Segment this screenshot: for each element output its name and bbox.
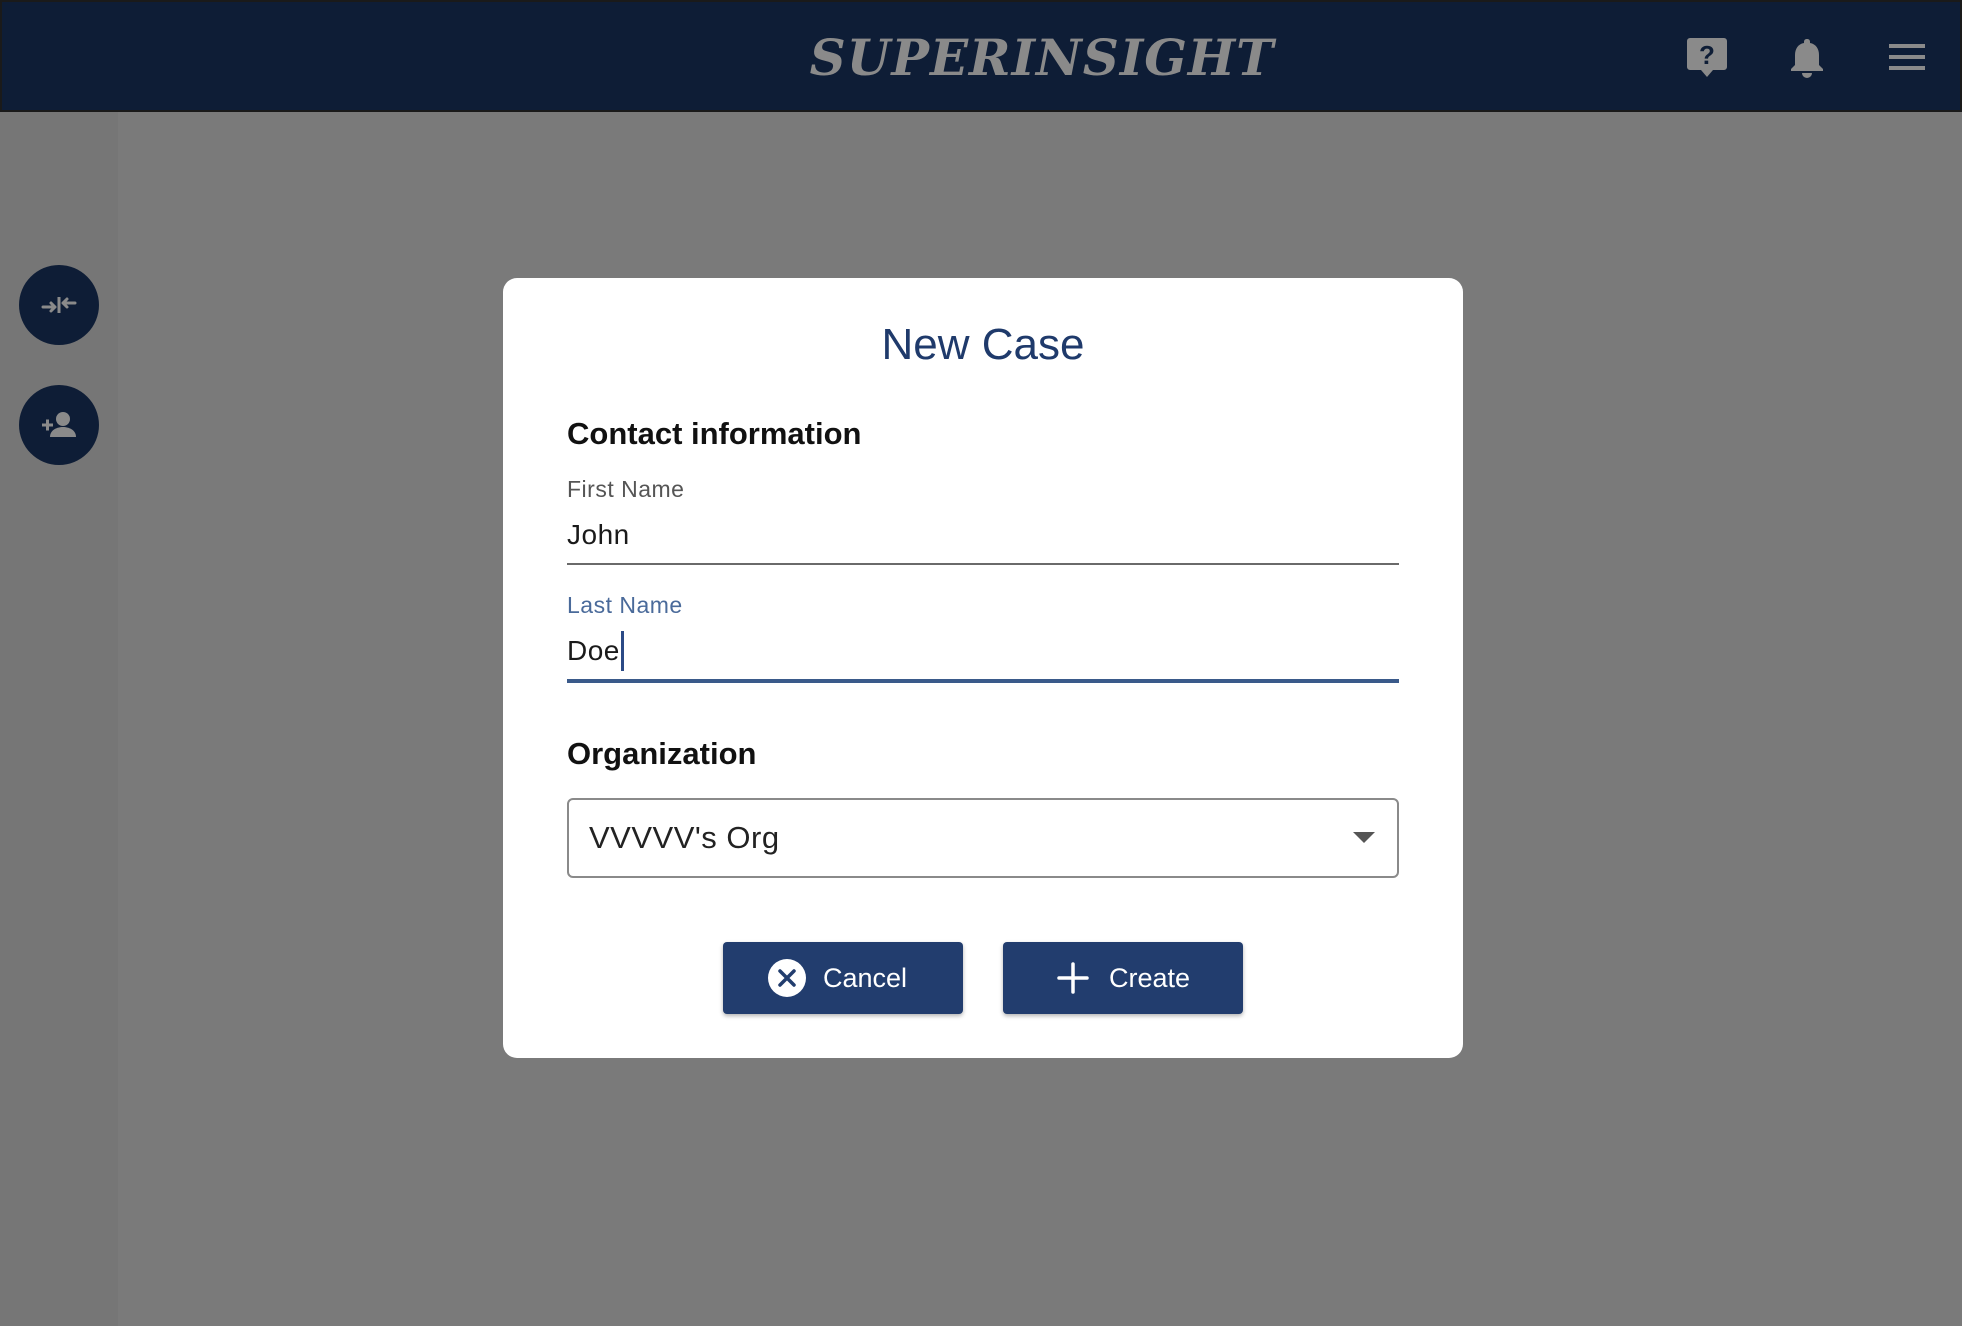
cancel-button-label: Cancel bbox=[823, 962, 908, 993]
new-case-dialog: New Case Contact information First Name … bbox=[503, 278, 1463, 1058]
add-user-icon bbox=[42, 412, 76, 437]
contact-section-title: Contact information bbox=[567, 416, 862, 451]
first-name-label: First Name bbox=[567, 476, 685, 502]
last-name-underline bbox=[567, 679, 1399, 683]
compress-icon bbox=[41, 297, 77, 313]
app-logo[interactable]: SUPERINSIGHT bbox=[2, 28, 1960, 88]
help-icon[interactable]: ? bbox=[1685, 35, 1729, 79]
last-name-label: Last Name bbox=[567, 592, 683, 618]
side-rail bbox=[0, 112, 118, 1326]
create-button[interactable]: Create bbox=[1003, 942, 1243, 1014]
cancel-button[interactable]: Cancel bbox=[723, 942, 963, 1014]
create-button-label: Create bbox=[1109, 962, 1191, 993]
dropdown-arrow-icon bbox=[1353, 832, 1375, 843]
last-name-field[interactable]: Last Name Doe bbox=[567, 591, 1399, 683]
organization-select[interactable]: VVVVV's Org bbox=[567, 798, 1399, 878]
text-cursor bbox=[620, 631, 624, 671]
organization-section-title: Organization bbox=[567, 736, 757, 771]
add-user-button[interactable] bbox=[19, 385, 99, 465]
svg-text:?: ? bbox=[1699, 40, 1715, 70]
compress-button[interactable] bbox=[19, 265, 99, 345]
last-name-input[interactable]: Doe bbox=[567, 631, 1399, 671]
first-name-input[interactable]: John bbox=[567, 515, 1399, 555]
plus-icon bbox=[1057, 962, 1089, 994]
first-name-value: John bbox=[567, 519, 630, 550]
dialog-title: New Case bbox=[881, 320, 1085, 369]
top-app-bar: SUPERINSIGHT ? bbox=[0, 0, 1962, 112]
last-name-value: Doe bbox=[567, 635, 620, 666]
close-circle-icon bbox=[768, 959, 806, 997]
bell-icon[interactable] bbox=[1785, 35, 1829, 79]
menu-icon[interactable] bbox=[1885, 35, 1929, 79]
organization-select-value: VVVVV's Org bbox=[589, 820, 780, 855]
first-name-underline bbox=[567, 563, 1399, 565]
first-name-field[interactable]: First Name John bbox=[567, 475, 1399, 565]
